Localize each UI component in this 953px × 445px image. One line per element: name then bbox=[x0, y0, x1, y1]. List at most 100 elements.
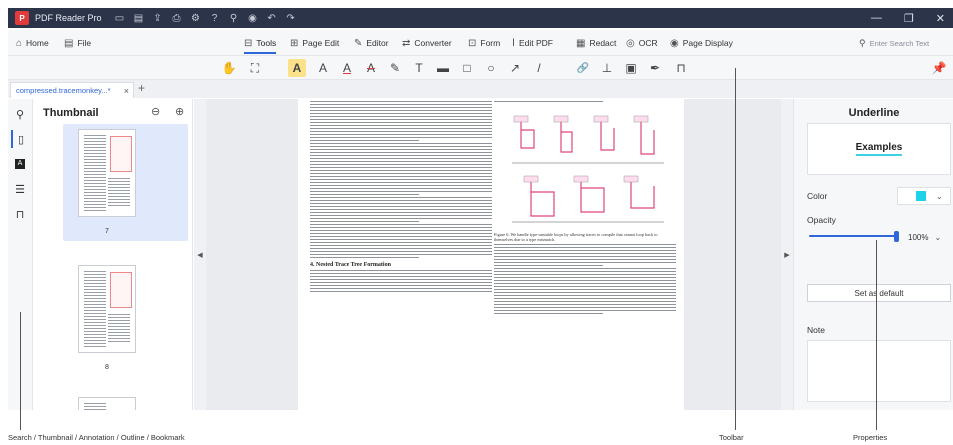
restore-icon[interactable]: ❐ bbox=[904, 12, 914, 25]
title-bar: P PDF Reader Pro ▭ ▤ ⇪ ⎙ ⚙ ? ⚲ ◉ ↶ ↷ — ❐… bbox=[8, 8, 953, 28]
text-cursor-icon: Ⅰ bbox=[512, 37, 515, 49]
stamp-tool-icon[interactable]: ⊥ bbox=[598, 59, 616, 77]
redo-icon[interactable]: ↷ bbox=[285, 13, 297, 24]
text-line bbox=[310, 206, 492, 207]
text-line bbox=[310, 227, 492, 228]
color-picker[interactable]: ⌄ bbox=[897, 187, 951, 205]
document-viewer[interactable]: 4. Nested Trace Tree Formation Figure 6.… bbox=[206, 99, 781, 410]
share-icon[interactable]: ⇪ bbox=[152, 13, 164, 24]
new-tab-icon[interactable]: + bbox=[138, 81, 145, 95]
undo-icon[interactable]: ↶ bbox=[266, 13, 278, 24]
image-tool-icon[interactable]: ▣ bbox=[622, 59, 640, 77]
text-line bbox=[310, 245, 492, 246]
tab-ocr[interactable]: ◎ OCR bbox=[626, 30, 658, 56]
line-tool-icon[interactable]: / bbox=[530, 59, 548, 77]
home-icon: ⌂ bbox=[16, 37, 23, 49]
rectangle-tool-icon[interactable]: □ bbox=[458, 59, 476, 77]
hand-tool-icon[interactable]: ✋ bbox=[220, 59, 238, 77]
opacity-slider-track[interactable] bbox=[809, 235, 897, 237]
thumbnail-page-9[interactable] bbox=[78, 397, 136, 410]
text-line bbox=[84, 144, 106, 145]
menu-file[interactable]: ▤ File bbox=[64, 30, 91, 56]
set-as-default-button[interactable]: Set as default bbox=[807, 284, 951, 302]
text-line bbox=[310, 242, 492, 243]
tab-converter[interactable]: ⇄ Converter bbox=[402, 30, 452, 56]
annotation-icon[interactable]: A bbox=[11, 155, 29, 173]
pen-tool-icon[interactable]: ✎ bbox=[386, 59, 404, 77]
close-icon[interactable]: ✕ bbox=[936, 12, 945, 25]
text-line bbox=[310, 128, 492, 129]
document-tab-title: compressed.tracemonkey...* bbox=[16, 86, 111, 95]
select-tool-icon[interactable]: ⛶ bbox=[246, 59, 264, 77]
thumbnail-page-8[interactable] bbox=[78, 265, 136, 353]
thumbnail-page-7[interactable] bbox=[78, 129, 136, 217]
search-icon[interactable]: ⚲ bbox=[11, 105, 29, 123]
circle-tool-icon[interactable]: ○ bbox=[482, 59, 500, 77]
record-icon[interactable]: ◉ bbox=[247, 13, 259, 24]
text-line bbox=[84, 271, 106, 272]
gear-icon[interactable]: ⚙ bbox=[190, 13, 202, 24]
text-line bbox=[494, 298, 676, 300]
text-line bbox=[310, 200, 492, 201]
text-line bbox=[84, 210, 106, 211]
collapse-thumbnail-handle[interactable]: ◀ bbox=[194, 99, 206, 410]
tab-page-edit[interactable]: ⊞ Page Edit bbox=[290, 30, 339, 56]
highlight-tool-icon[interactable]: A bbox=[288, 59, 306, 77]
text-line bbox=[84, 153, 106, 154]
opacity-slider-handle[interactable] bbox=[894, 231, 899, 242]
opacity-label: Opacity bbox=[807, 215, 836, 225]
note-input[interactable] bbox=[807, 340, 951, 402]
opacity-select[interactable]: 100% ⌄ bbox=[904, 229, 951, 245]
text-line bbox=[108, 329, 130, 330]
bookmark-icon[interactable]: ⊓ bbox=[11, 205, 29, 223]
zoom-in-icon[interactable]: ⊕ bbox=[175, 105, 184, 118]
text-line bbox=[108, 323, 130, 324]
tab-page-display[interactable]: ◉ Page Display bbox=[670, 30, 733, 56]
text-line bbox=[108, 178, 130, 179]
tab-form[interactable]: ⊡ Form bbox=[468, 30, 500, 56]
text-line bbox=[84, 319, 106, 320]
bookmark-tool-icon[interactable]: ⊓ bbox=[672, 59, 690, 77]
search-field[interactable]: ⚲ Enter Search Text bbox=[859, 35, 941, 51]
callout-toolbar: Toolbar bbox=[719, 433, 744, 442]
document-tab[interactable]: compressed.tracemonkey...* × bbox=[10, 82, 134, 98]
properties-panel: Underline Examples Color ⌄ Opacity 100% … bbox=[793, 99, 953, 410]
tab-tools[interactable]: ⊟ Tools bbox=[244, 30, 277, 56]
text-line bbox=[84, 277, 106, 278]
outline-icon[interactable]: ☰ bbox=[11, 180, 29, 198]
link-icon[interactable]: ⚲ bbox=[228, 13, 240, 24]
text-line bbox=[310, 104, 492, 105]
link-tool-icon[interactable]: 🔗 bbox=[574, 59, 592, 77]
pin-icon[interactable]: 📌 bbox=[930, 59, 948, 77]
text-line bbox=[494, 280, 676, 282]
tab-redact[interactable]: ▦ Redact bbox=[576, 30, 616, 56]
style-preview: Examples bbox=[807, 123, 951, 175]
minimize-icon[interactable]: — bbox=[871, 12, 882, 24]
text-tool-icon[interactable]: T bbox=[410, 59, 428, 77]
text-line bbox=[310, 230, 492, 231]
text-line bbox=[84, 186, 106, 187]
text-line bbox=[310, 285, 492, 286]
save-icon[interactable]: ▤ bbox=[133, 13, 145, 24]
print-icon[interactable]: ⎙ bbox=[171, 13, 183, 24]
thumbnail-icon[interactable]: ▯ bbox=[11, 130, 29, 148]
arrow-tool-icon[interactable]: ↗ bbox=[506, 59, 524, 77]
text-line bbox=[84, 198, 106, 199]
note-tool-icon[interactable]: ▬ bbox=[434, 59, 452, 77]
collapse-properties-handle[interactable]: ▶ bbox=[781, 99, 793, 410]
text-color-tool-icon[interactable]: A bbox=[314, 59, 332, 77]
signature-tool-icon[interactable]: ✒ bbox=[646, 59, 664, 77]
underline-tool-icon[interactable]: A bbox=[338, 59, 356, 77]
menu-home[interactable]: ⌂ Home bbox=[16, 30, 49, 56]
text-line bbox=[494, 274, 676, 276]
text-line bbox=[310, 173, 492, 174]
help-icon[interactable]: ? bbox=[209, 13, 221, 24]
text-line bbox=[310, 203, 492, 204]
tab-editor[interactable]: ✎ Editor bbox=[354, 30, 389, 56]
close-tab-icon[interactable]: × bbox=[124, 86, 129, 96]
zoom-out-icon[interactable]: ⊖ bbox=[151, 105, 160, 118]
text-line bbox=[84, 337, 106, 338]
tab-edit-pdf[interactable]: Ⅰ Edit PDF bbox=[512, 30, 553, 56]
strikethrough-tool-icon[interactable]: A bbox=[362, 59, 380, 77]
folder-icon[interactable]: ▭ bbox=[114, 13, 126, 24]
